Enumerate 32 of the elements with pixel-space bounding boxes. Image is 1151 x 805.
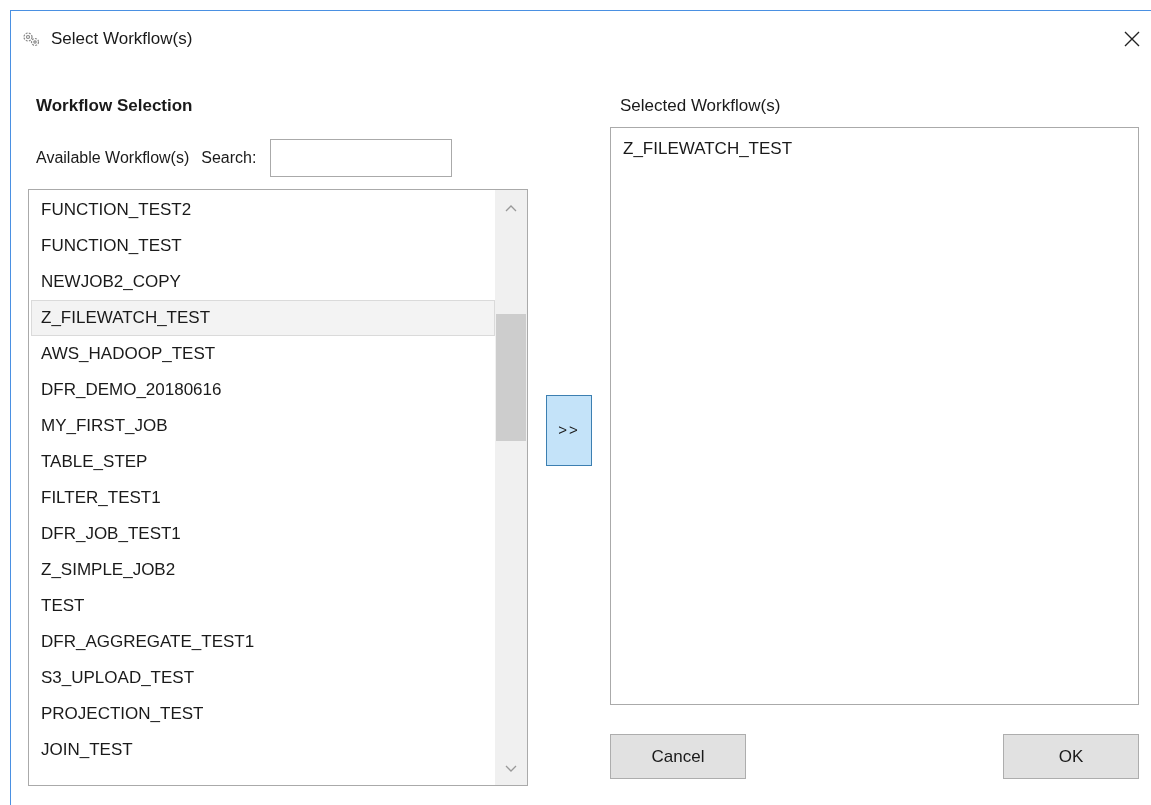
scrollbar[interactable] (495, 190, 527, 785)
workflow-item[interactable]: DFR_JOB_TEST1 (31, 516, 495, 552)
available-label: Available Workflow(s) (36, 148, 190, 168)
workflow-item[interactable]: AWS_HADOOP_TEST (31, 336, 495, 372)
workflow-item[interactable]: TEST (31, 588, 495, 624)
cancel-button[interactable]: Cancel (610, 734, 746, 779)
workflow-item[interactable]: FUNCTION_TEST2 (31, 192, 495, 228)
ok-button[interactable]: OK (1003, 734, 1139, 779)
up-caret-icon[interactable] (505, 204, 517, 212)
workflow-item[interactable]: FILTER_TEST1 (31, 480, 495, 516)
close-icon[interactable] (1123, 30, 1141, 48)
workflow-item[interactable]: MY_FIRST_JOB (31, 408, 495, 444)
section-heading: Workflow Selection (35, 95, 194, 117)
workflow-item[interactable]: NEWJOB2_COPY (31, 264, 495, 300)
workflow-item[interactable]: DFR_AGGREGATE_TEST1 (31, 624, 495, 660)
workflow-item[interactable]: PROJECTION_TEST (31, 696, 495, 732)
workflow-item[interactable]: FUNCTION_TEST (31, 228, 495, 264)
workflow-item[interactable]: Z_SIMPLE_JOB2 (31, 552, 495, 588)
workflow-item[interactable]: S3_UPLOAD_TEST (31, 660, 495, 696)
selected-item[interactable]: Z_FILEWATCH_TEST (623, 136, 1138, 164)
workflow-item[interactable]: Z_FILEWATCH_TEST (31, 300, 495, 336)
selected-label: Selected Workflow(s) (619, 95, 782, 117)
gears-icon (21, 30, 41, 48)
down-caret-icon[interactable] (505, 765, 517, 773)
window-title: Select Workflow(s) (51, 28, 193, 51)
add-button[interactable]: >> (546, 395, 592, 466)
workflow-item[interactable]: TABLE_STEP (31, 444, 495, 480)
workflow-item[interactable]: JOIN_TEST (31, 732, 495, 768)
scrollbar-thumb[interactable] (496, 314, 526, 441)
search-label: Search: (201, 148, 257, 168)
search-field[interactable] (270, 139, 453, 177)
workflow-item[interactable]: DFR_DEMO_20180616 (31, 372, 495, 408)
